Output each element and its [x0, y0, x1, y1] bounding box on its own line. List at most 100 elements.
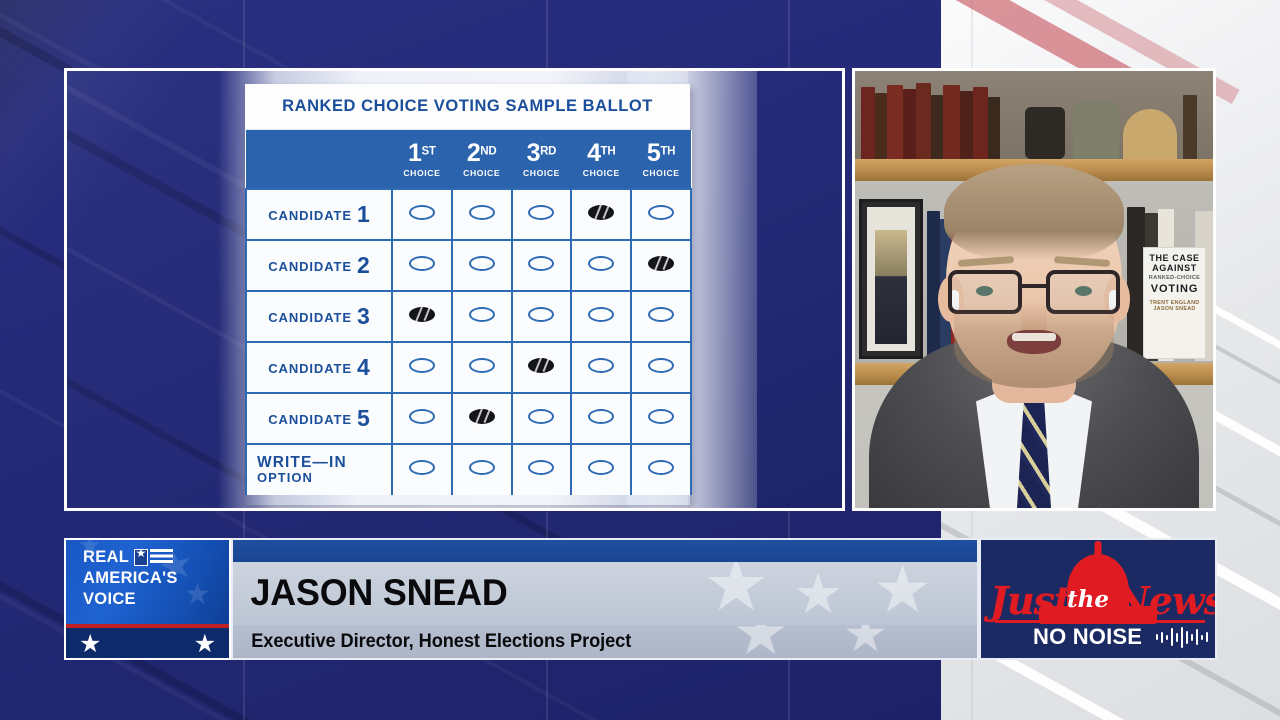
- table-row: CANDIDATE 5: [245, 392, 692, 445]
- ballot-cell[interactable]: [510, 290, 573, 343]
- ballot-bubble-empty[interactable]: [648, 408, 675, 424]
- program-logo-word-2: the: [1067, 586, 1109, 613]
- ballot-bubble-filled[interactable]: [408, 306, 435, 322]
- ballot-cell[interactable]: [570, 443, 633, 495]
- ballot-bubble-empty[interactable]: [648, 357, 675, 373]
- ballot-bubble-empty[interactable]: [408, 255, 435, 271]
- ballot-bubble-empty[interactable]: [528, 460, 555, 475]
- ballot-bubble-empty[interactable]: [648, 460, 675, 475]
- ballot-cell[interactable]: [630, 290, 692, 343]
- ballot-bubble-empty[interactable]: [588, 306, 615, 322]
- ballot-cell[interactable]: [391, 188, 453, 241]
- ballot-bubble-empty[interactable]: [528, 408, 555, 424]
- ballot-bubble-empty[interactable]: [468, 357, 495, 373]
- candidate-word: CANDIDATE: [268, 259, 352, 274]
- name-plate-title-row: ★ ★ Executive Director, Honest Elections…: [233, 625, 977, 658]
- ballot-cell[interactable]: [391, 443, 453, 495]
- ballot-bubble-empty[interactable]: [588, 357, 615, 373]
- network-logo-line-2-row: AMERICA'S: [83, 570, 178, 588]
- table-row: WRITE—IN OPTION: [245, 443, 692, 495]
- table-row: CANDIDATE 4: [245, 341, 692, 394]
- decor-basket: [1123, 109, 1177, 159]
- ballot-cell[interactable]: [630, 341, 692, 394]
- program-logo-just-the-news[interactable]: Just the News. NO NOISE: [979, 538, 1217, 660]
- ballot-bubble-empty[interactable]: [468, 306, 495, 322]
- ballot-table: 1ST CHOICE 2ND CHOICE 3RD CHOICE 4TH CHO…: [245, 130, 692, 495]
- ballot-cell[interactable]: [630, 188, 692, 241]
- choice-column-2: 2ND CHOICE: [451, 130, 512, 189]
- ballot-bubble-empty[interactable]: [468, 204, 495, 220]
- ballot-cell[interactable]: [510, 188, 573, 241]
- ballot-bubble-empty[interactable]: [528, 204, 555, 220]
- ballot-cell[interactable]: [450, 188, 513, 241]
- choice-number: 1: [408, 138, 422, 167]
- network-logo-real-americas-voice[interactable]: ★ ★ ★ REAL AMERICA'S VOICE ★ ★: [64, 538, 231, 660]
- glasses-bridge: [1022, 284, 1046, 288]
- ballot-bubble-empty[interactable]: [528, 306, 555, 322]
- ballot-cell[interactable]: [510, 239, 573, 292]
- ballot-cell[interactable]: [570, 341, 633, 394]
- choice-number: 4: [587, 138, 601, 167]
- ballot-cell[interactable]: [510, 341, 573, 394]
- ballot-cell[interactable]: [510, 443, 573, 495]
- ballot-bubble-empty[interactable]: [648, 306, 675, 322]
- teeth: [1012, 333, 1056, 341]
- ballot-cell[interactable]: [450, 341, 513, 394]
- ballot-bubble-empty[interactable]: [408, 357, 435, 373]
- ballot-bubble-filled[interactable]: [648, 255, 675, 271]
- table-row: CANDIDATE 2: [245, 239, 692, 292]
- ballot-bubble-filled[interactable]: [528, 357, 555, 373]
- book: [916, 83, 931, 159]
- ballot-cell[interactable]: [630, 392, 692, 445]
- ballot-bubble-empty[interactable]: [468, 460, 495, 475]
- ballot-bubble-empty[interactable]: [408, 460, 435, 475]
- ballot-graphic-panel: RANKED CHOICE VOTING SAMPLE BALLOT 1ST C…: [64, 68, 845, 511]
- ballot-cell[interactable]: [391, 392, 453, 445]
- book: [861, 87, 875, 159]
- ballot-header-row: 1ST CHOICE 2ND CHOICE 3RD CHOICE 4TH CHO…: [246, 130, 691, 189]
- ballot-cell[interactable]: [391, 239, 453, 292]
- choice-sublabel: CHOICE: [403, 167, 441, 178]
- ballot-cell[interactable]: [630, 443, 692, 495]
- candidate-word: CANDIDATE: [268, 310, 352, 325]
- us-flag-icon: [134, 546, 174, 566]
- ballot-cell[interactable]: [570, 392, 633, 445]
- ballot-cell[interactable]: [570, 188, 633, 241]
- ballot-bubble-empty[interactable]: [588, 460, 615, 475]
- ballot-bubble-empty[interactable]: [648, 204, 675, 220]
- ballot-bubble-empty[interactable]: [588, 408, 615, 424]
- ballot-bubble-empty[interactable]: [528, 255, 555, 271]
- choice-suffix: TH: [660, 145, 676, 158]
- network-logo-line-1-row: REAL: [83, 546, 174, 566]
- ballot-bubble-filled[interactable]: [468, 408, 495, 424]
- eyebrow-left: [957, 256, 1015, 267]
- network-logo-line-1: REAL: [83, 548, 130, 566]
- ballot-cell[interactable]: [450, 239, 513, 292]
- ballot-cell[interactable]: [450, 392, 513, 445]
- eyebrow-right: [1053, 256, 1111, 267]
- ballot-cell[interactable]: [450, 290, 513, 343]
- ballot-cell[interactable]: [510, 392, 573, 445]
- network-logo-line-2: AMERICA'S: [83, 569, 178, 587]
- program-logo-word-3: News.: [1115, 578, 1215, 623]
- candidate-number: 4: [356, 354, 370, 380]
- network-logo-line-3-row: VOICE: [83, 591, 136, 609]
- ballot-cell[interactable]: [570, 290, 633, 343]
- ballot-cell[interactable]: [391, 290, 453, 343]
- choice-number: 3: [526, 138, 541, 167]
- ballot-cell[interactable]: [570, 239, 633, 292]
- ballot-cell[interactable]: [450, 443, 513, 495]
- ballot-cell[interactable]: [391, 341, 453, 394]
- ballot-bubble-empty[interactable]: [588, 255, 615, 271]
- star-icon: ★: [79, 629, 102, 658]
- ballot-bubble-filled[interactable]: [588, 204, 615, 220]
- book: [943, 85, 960, 159]
- write-in-label: WRITE—IN OPTION: [245, 443, 393, 495]
- ballot-bubble-empty[interactable]: [408, 204, 435, 220]
- candidate-number: 3: [356, 303, 370, 329]
- ballot-cell[interactable]: [630, 239, 692, 292]
- ballot-bubble-empty[interactable]: [468, 255, 495, 271]
- choice-sublabel: CHOICE: [522, 167, 560, 178]
- choice-suffix: ST: [421, 145, 436, 158]
- ballot-bubble-empty[interactable]: [408, 408, 435, 424]
